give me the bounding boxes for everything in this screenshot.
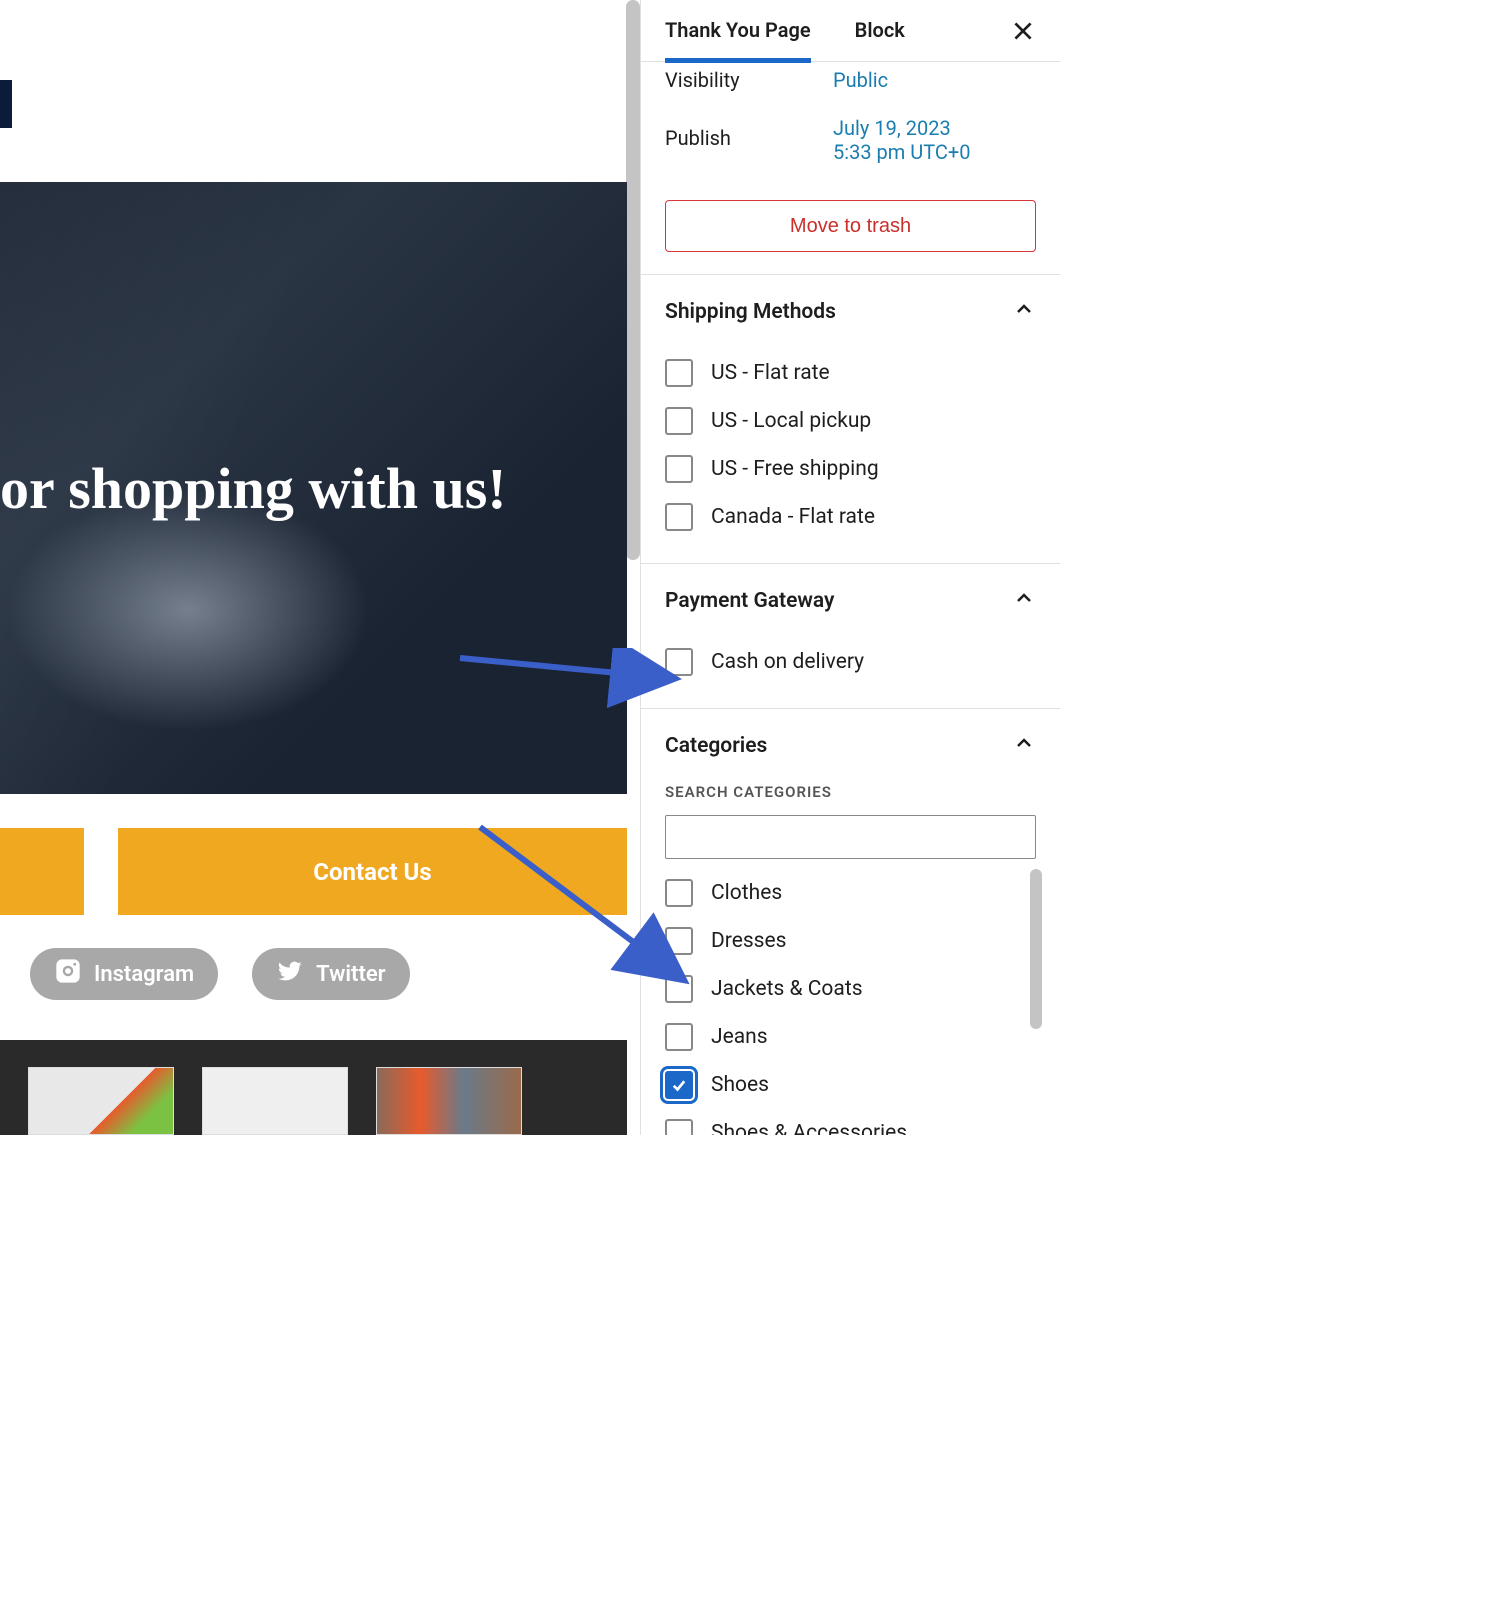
checkbox[interactable] (665, 1071, 693, 1099)
checkbox-item[interactable]: Canada - Flat rate (665, 493, 1036, 541)
checkbox[interactable] (665, 879, 693, 907)
checkbox-label: Jackets & Coats (711, 977, 863, 1001)
editor-scrollbar[interactable] (626, 0, 640, 560)
checkbox-item[interactable]: US - Flat rate (665, 349, 1036, 397)
checkbox[interactable] (665, 927, 693, 955)
checkbox-label: Dresses (711, 929, 787, 953)
checkbox-label: Shoes & Accessories (711, 1121, 907, 1135)
checkbox-label: US - Free shipping (711, 457, 879, 481)
payment-gateway-toggle[interactable]: Payment Gateway (641, 564, 1060, 638)
checkbox[interactable] (665, 1119, 693, 1135)
search-categories-label: Search Categories (665, 783, 1036, 801)
settings-sidebar: Thank You Page Block Visibility Public P… (640, 0, 1060, 1135)
shipping-methods-toggle[interactable]: Shipping Methods (641, 275, 1060, 349)
checkbox-item[interactable]: Shoes & Accessories (665, 1109, 1036, 1135)
checkbox-label: Clothes (711, 881, 782, 905)
checkbox[interactable] (665, 407, 693, 435)
checkbox[interactable] (665, 503, 693, 531)
checkbox-item[interactable]: Dresses (665, 917, 1036, 965)
cta-button-partial[interactable] (0, 828, 84, 915)
contact-us-label: Contact Us (313, 858, 431, 886)
twitter-label: Twitter (316, 962, 385, 987)
checkbox-label: Cash on delivery (711, 650, 864, 674)
gallery-strip[interactable] (0, 1040, 627, 1135)
publish-time: 5:33 pm UTC+0 (833, 140, 971, 164)
checkbox-label: US - Local pickup (711, 409, 871, 433)
checkbox-label: Canada - Flat rate (711, 505, 875, 529)
instagram-icon (54, 957, 82, 991)
checkbox-item[interactable]: US - Local pickup (665, 397, 1036, 445)
move-to-trash-button[interactable]: Move to trash (665, 200, 1036, 252)
search-categories-input[interactable] (665, 815, 1036, 859)
close-icon[interactable] (1010, 18, 1036, 44)
editor-canvas[interactable]: or shopping with us! Contact Us Instagra… (0, 0, 640, 1135)
shipping-methods-title: Shipping Methods (665, 300, 836, 324)
checkbox-item[interactable]: Jackets & Coats (665, 965, 1036, 1013)
contact-us-button[interactable]: Contact Us (118, 828, 627, 915)
checkbox-label: Shoes (711, 1073, 769, 1097)
checkbox-item[interactable]: Shoes (665, 1061, 1036, 1109)
categories-toggle[interactable]: Categories (641, 709, 1060, 783)
checkbox-item[interactable]: Clothes (665, 869, 1036, 917)
gallery-thumb[interactable] (376, 1067, 522, 1135)
visibility-value[interactable]: Public (833, 68, 888, 92)
chevron-up-icon (1012, 731, 1036, 761)
checkbox[interactable] (665, 648, 693, 676)
hero-cover-block[interactable]: or shopping with us! (0, 182, 627, 794)
categories-title: Categories (665, 734, 767, 758)
categories-scrollbar[interactable] (1030, 869, 1042, 1029)
checkbox-item[interactable]: Jeans (665, 1013, 1036, 1061)
tab-block[interactable]: Block (855, 18, 905, 44)
gallery-thumb[interactable] (28, 1067, 174, 1135)
visibility-label: Visibility (665, 68, 833, 92)
checkbox-label: Jeans (711, 1025, 768, 1049)
chevron-up-icon (1012, 297, 1036, 327)
publish-date: July 19, 2023 (833, 116, 971, 140)
publish-value[interactable]: July 19, 2023 5:33 pm UTC+0 (833, 116, 971, 164)
gallery-thumb[interactable] (202, 1067, 348, 1135)
checkbox-label: US - Flat rate (711, 361, 830, 385)
publish-label: Publish (665, 116, 833, 150)
payment-gateway-title: Payment Gateway (665, 589, 834, 613)
checkbox[interactable] (665, 1023, 693, 1051)
checkbox[interactable] (665, 975, 693, 1003)
instagram-pill[interactable]: Instagram (30, 948, 218, 1000)
tab-thank-you-page[interactable]: Thank You Page (665, 18, 811, 63)
checkbox-item[interactable]: US - Free shipping (665, 445, 1036, 493)
hero-heading[interactable]: or shopping with us! (0, 455, 507, 522)
checkbox-item[interactable]: Cash on delivery (665, 638, 1036, 686)
instagram-label: Instagram (94, 962, 194, 987)
block-handle[interactable] (0, 80, 12, 128)
twitter-pill[interactable]: Twitter (252, 948, 409, 1000)
chevron-up-icon (1012, 586, 1036, 616)
twitter-icon (276, 957, 304, 991)
checkbox[interactable] (665, 455, 693, 483)
checkbox[interactable] (665, 359, 693, 387)
